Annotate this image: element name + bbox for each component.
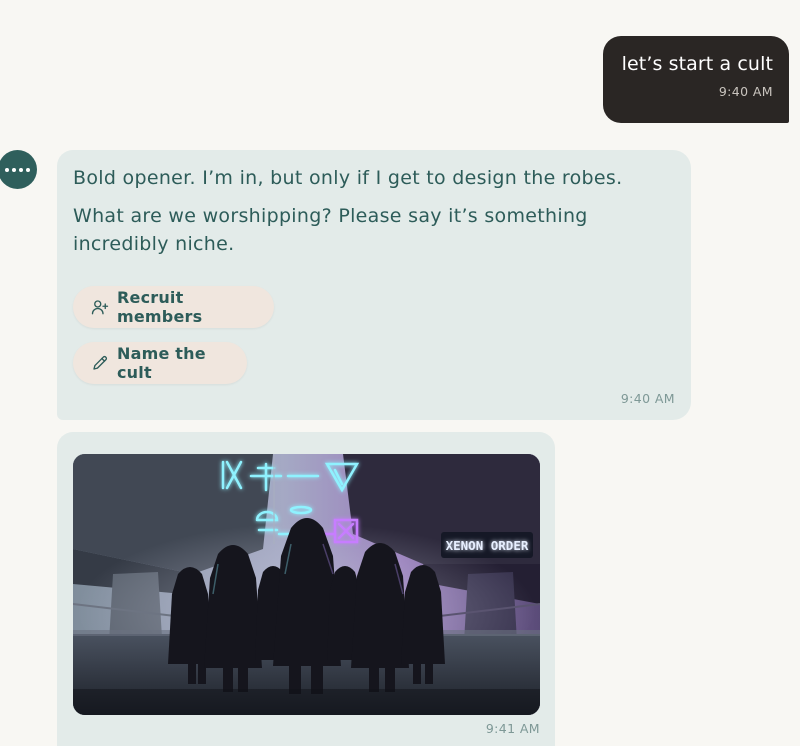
image-message-timestamp: 9:41 AM <box>485 721 540 736</box>
chat-thread: let’s start a cult 9:40 AM Bold opener. … <box>0 0 800 746</box>
recruit-members-label: Recruit members <box>117 288 203 326</box>
pencil-icon <box>93 355 108 370</box>
cult-scene-illustration: XENON ORDER <box>73 454 540 715</box>
xenon-order-sign: XENON ORDER <box>446 538 529 553</box>
user-message-text: let’s start a cult <box>621 53 773 75</box>
assistant-message-timestamp: 9:40 AM <box>620 391 675 406</box>
assistant-message-paragraph-1: Bold opener. I’m in, but only if I get t… <box>73 167 623 189</box>
user-message-timestamp: 9:40 AM <box>718 84 773 99</box>
image-message-bubble: XENON ORDER 9:41 AM <box>57 432 555 746</box>
assistant-message-bubble: Bold opener. I’m in, but only if I get t… <box>57 150 691 420</box>
recruit-members-button[interactable]: Recruit members <box>73 286 274 328</box>
assistant-message-paragraph-2: What are we worshipping? Please say it’s… <box>73 205 588 255</box>
generated-image[interactable]: XENON ORDER <box>73 454 540 715</box>
user-plus-icon <box>91 300 109 315</box>
user-message-bubble: let’s start a cult 9:40 AM <box>603 36 789 123</box>
assistant-avatar-icon <box>0 150 37 189</box>
name-the-cult-button[interactable]: Name the cult <box>73 342 247 384</box>
name-the-cult-label: Name the cult <box>117 344 206 382</box>
